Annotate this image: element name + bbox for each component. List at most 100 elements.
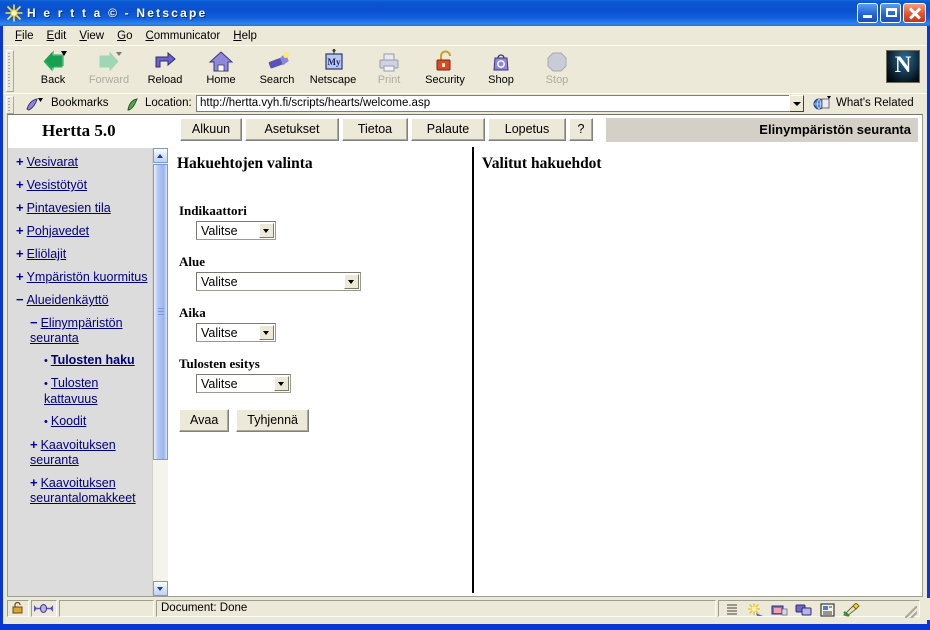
expand-plus-icon[interactable]: +	[16, 177, 24, 192]
scrollbar-track[interactable]	[153, 460, 168, 580]
shop-button[interactable]: Shop	[473, 49, 529, 91]
expand-plus-icon[interactable]: +	[30, 475, 38, 490]
navigator-icon[interactable]	[747, 603, 765, 617]
tab-lopetus[interactable]: Lopetus	[488, 118, 566, 141]
locationbar-grip[interactable]	[6, 96, 14, 114]
composer-icon[interactable]	[843, 603, 861, 617]
bookmark-icon[interactable]	[25, 97, 43, 112]
sidebar-item[interactable]: + Vesivarat	[16, 154, 148, 170]
sidebar-item[interactable]: + Eliölajit	[16, 246, 148, 262]
mail-icon[interactable]	[771, 603, 789, 617]
sidebar-item[interactable]: − Elinympäristön seuranta	[16, 315, 148, 346]
expand-plus-icon[interactable]: +	[30, 437, 38, 452]
stop-button[interactable]: Stop	[529, 49, 585, 91]
chevron-down-icon[interactable]	[344, 274, 359, 289]
url-input[interactable]: http://hertta.vyh.fi/scripts/hearts/welc…	[196, 95, 802, 112]
expand-plus-icon[interactable]: +	[16, 154, 24, 169]
tab-asetukset[interactable]: Asetukset	[245, 118, 339, 141]
menu-go[interactable]: Go	[111, 29, 139, 43]
avaa-button[interactable]: Avaa	[179, 409, 230, 432]
sidebar-item[interactable]: • Tulosten kattavuus	[16, 376, 148, 407]
home-button[interactable]: Home	[193, 49, 249, 91]
menu-file[interactable]: File	[9, 29, 41, 43]
toolbar-grip[interactable]	[6, 50, 14, 92]
chevron-down-icon[interactable]	[259, 223, 274, 238]
tab-[interactable]: ?	[569, 118, 593, 141]
sidebar-item[interactable]: • Koodit	[16, 414, 148, 430]
related-pages-icon[interactable]	[813, 96, 831, 112]
bullet-icon[interactable]: •	[44, 416, 48, 428]
sidebar-item[interactable]: + Kaavoituksen seurantalomakkeet	[16, 475, 148, 506]
select-aika[interactable]: Valitse	[196, 323, 276, 342]
sidebar-item-label[interactable]: Kaavoituksen seurantalomakkeet	[30, 476, 136, 505]
sidebar-scrollbar[interactable]	[152, 148, 168, 596]
sidebar-item-label[interactable]: Vesivarat	[27, 155, 78, 169]
sidebar-item-label[interactable]: Pintavesien tila	[27, 201, 111, 215]
expand-plus-icon[interactable]: +	[16, 200, 24, 215]
sidebar-item[interactable]: + Pohjavedet	[16, 223, 148, 239]
close-button[interactable]	[903, 3, 926, 23]
tab-palaute[interactable]: Palaute	[411, 118, 485, 141]
tab-tietoa[interactable]: Tietoa	[342, 118, 408, 141]
sidebar-item[interactable]: + Ympäristön kuormitus	[16, 269, 148, 285]
whats-related-label[interactable]: What's Related	[836, 97, 914, 109]
print-button[interactable]: Print	[361, 49, 417, 91]
expand-plus-icon[interactable]: +	[16, 246, 24, 261]
select-tulosten-esitys[interactable]: Valitse	[196, 374, 291, 393]
menu-communicator[interactable]: Communicator	[139, 29, 227, 43]
chevron-down-icon[interactable]	[789, 95, 804, 112]
reload-button[interactable]: Reload	[137, 49, 193, 91]
sidebar-item-label[interactable]: Tulosten kattavuus	[44, 376, 98, 406]
minimize-button[interactable]	[857, 3, 878, 23]
scroll-up-arrow-icon[interactable]	[153, 148, 168, 163]
sidebar-item-label[interactable]: Elinympäristön seuranta	[30, 316, 123, 345]
sidebar-item-label[interactable]: Eliölajit	[27, 247, 67, 261]
menu-lines-icon[interactable]	[725, 603, 743, 617]
sidebar-item[interactable]: + Pintavesien tila	[16, 200, 148, 216]
sidebar-item-label[interactable]: Tulosten haku	[51, 353, 135, 367]
location-label: Location:	[145, 97, 192, 109]
search-button[interactable]: Search	[249, 49, 305, 91]
field-label: Aika	[179, 305, 206, 320]
expand-plus-icon[interactable]: +	[16, 223, 24, 238]
tyhjenn--button[interactable]: Tyhjennä	[236, 409, 309, 432]
chevron-down-icon[interactable]	[274, 376, 289, 391]
connection-icon[interactable]	[31, 600, 57, 617]
chevron-down-icon[interactable]	[259, 325, 274, 340]
printer-icon	[375, 49, 403, 75]
sidebar-item[interactable]: + Vesistötyöt	[16, 177, 148, 193]
netscape-button[interactable]: My Netscape	[305, 49, 361, 91]
sidebar-item-label[interactable]: Kaavoituksen seuranta	[30, 438, 116, 467]
netscape-n-logo[interactable]	[886, 50, 920, 83]
menu-edit[interactable]: Edit	[41, 29, 74, 43]
menu-help[interactable]: Help	[227, 29, 264, 43]
bookmarks-label[interactable]: Bookmarks	[51, 97, 109, 109]
tab-alkuun[interactable]: Alkuun	[180, 118, 242, 141]
collapse-minus-icon[interactable]: −	[30, 315, 38, 330]
sidebar-item-label[interactable]: Vesistötyöt	[27, 178, 87, 192]
newsgroup-icon[interactable]	[795, 603, 813, 617]
sidebar-item-label[interactable]: Pohjavedet	[27, 224, 90, 238]
sidebar-item-label[interactable]: Ympäristön kuormitus	[27, 270, 148, 284]
maximize-button[interactable]	[880, 3, 901, 23]
sidebar-item-label[interactable]: Koodit	[51, 414, 86, 428]
security-button[interactable]: Security	[417, 49, 473, 91]
scrollbar-thumb[interactable]	[153, 164, 168, 460]
sidebar-item-label[interactable]: Alueidenkäyttö	[27, 293, 109, 307]
sidebar-item[interactable]: + Kaavoituksen seuranta	[16, 437, 148, 468]
select-alue[interactable]: Valitse	[196, 272, 361, 291]
bullet-icon[interactable]: •	[44, 378, 48, 390]
scroll-down-arrow-icon[interactable]	[153, 581, 168, 596]
select-indikaattori[interactable]: Valitse	[196, 221, 276, 240]
sidebar-item[interactable]: − Alueidenkäyttö	[16, 292, 148, 308]
bullet-icon[interactable]: •	[44, 355, 48, 367]
forward-button[interactable]: Forward	[81, 49, 137, 91]
security-lock-icon[interactable]	[7, 600, 29, 617]
menu-view[interactable]: View	[73, 29, 111, 43]
address-book-icon[interactable]	[819, 603, 837, 617]
sidebar-item[interactable]: • Tulosten haku	[16, 353, 148, 369]
collapse-minus-icon[interactable]: −	[16, 292, 24, 307]
expand-plus-icon[interactable]: +	[16, 269, 24, 284]
back-button[interactable]: Back	[25, 49, 81, 91]
resize-grip[interactable]	[905, 606, 917, 618]
